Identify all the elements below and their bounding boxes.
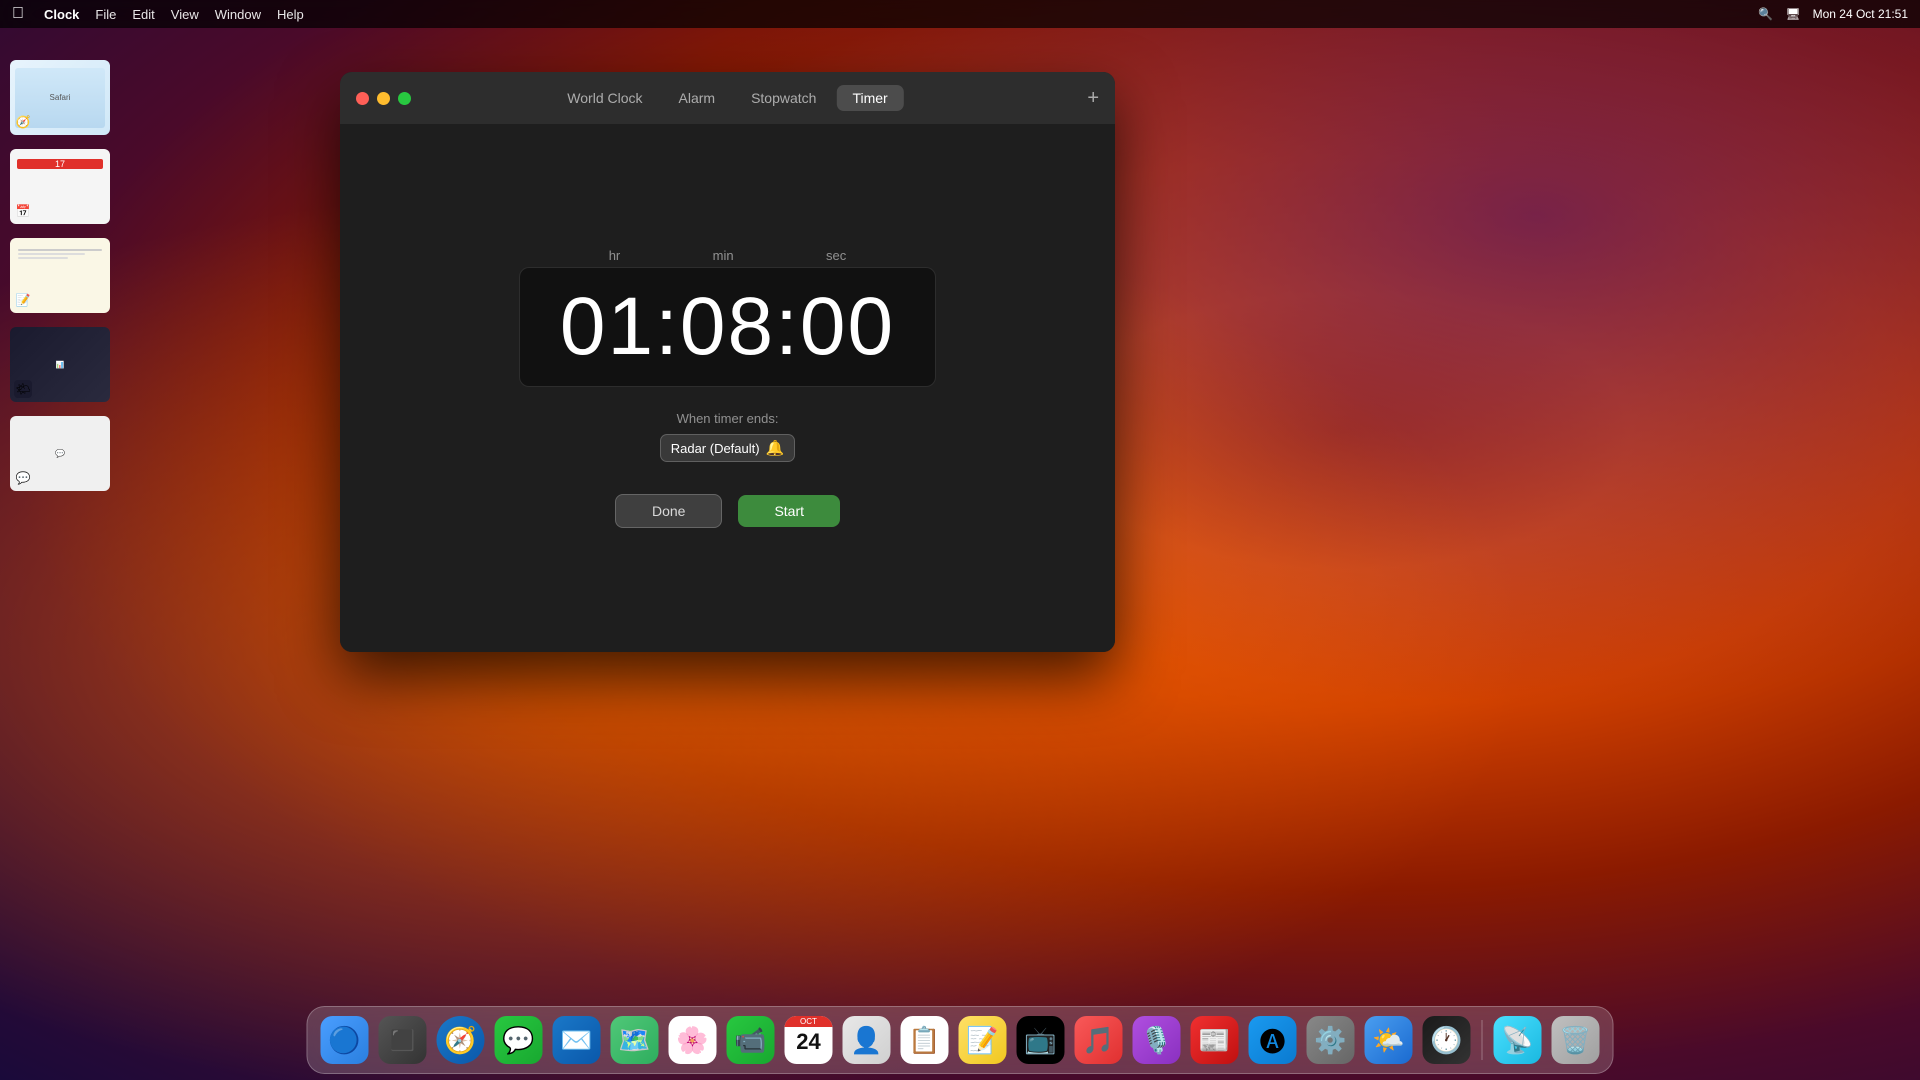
sidebar-thumb-messages[interactable]: 💬 💬 xyxy=(10,416,110,491)
tab-timer[interactable]: Timer xyxy=(836,85,903,111)
dock-appstore[interactable]: 🅐 xyxy=(1246,1013,1300,1067)
menubar-app-name[interactable]: Clock xyxy=(44,7,79,22)
menubar-edit[interactable]: Edit xyxy=(132,7,154,22)
dock-safari[interactable]: 🧭 xyxy=(434,1013,488,1067)
menubar-right: 🔍 🖥 Mon 24 Oct 21:51 xyxy=(1758,7,1908,21)
dock-music[interactable]: 🎵 xyxy=(1072,1013,1126,1067)
window-tabs: World Clock Alarm Stopwatch Timer xyxy=(551,85,903,111)
dock-photos[interactable]: 🌸 xyxy=(666,1013,720,1067)
timer-ends-label: When timer ends: xyxy=(677,411,779,426)
menubar-window[interactable]: Window xyxy=(215,7,261,22)
dock-messages[interactable]: 💬 xyxy=(492,1013,546,1067)
sidebar-thumb-dark[interactable]: 📊 🌤 xyxy=(10,327,110,402)
dock-calendar[interactable]: OCT 24 xyxy=(782,1013,836,1067)
label-hr: hr xyxy=(609,248,621,263)
alarm-name: Radar (Default) xyxy=(671,441,760,456)
timer-time-value: 01:08:00 xyxy=(560,286,895,368)
tab-world-clock[interactable]: World Clock xyxy=(551,85,658,111)
sidebar-thumb-safari[interactable]: Safari 🧭 xyxy=(10,60,110,135)
done-button[interactable]: Done xyxy=(615,494,722,528)
dock-facetime[interactable]: 📹 xyxy=(724,1013,778,1067)
window-controls xyxy=(356,92,411,105)
dock-news[interactable]: 📰 xyxy=(1188,1013,1242,1067)
mission-control-sidebar: Safari 🧭 17 📅 📝 📊 🌤 xyxy=(0,50,120,501)
alarm-emoji: 🔔 xyxy=(766,439,785,457)
dock: 🔵 ⬛ 🧭 💬 ✉️ 🗺️ 🌸 📹 OCT 24 👤 📋 📝 xyxy=(307,1006,1614,1074)
dock-trash[interactable]: 🗑️ xyxy=(1549,1013,1603,1067)
tab-alarm[interactable]: Alarm xyxy=(663,85,732,111)
dock-tv[interactable]: 📺 xyxy=(1014,1013,1068,1067)
control-center-icon[interactable]: 🖥 xyxy=(1785,7,1800,21)
window-maximize-button[interactable] xyxy=(398,92,411,105)
clock-window: World Clock Alarm Stopwatch Timer + hr m… xyxy=(340,72,1115,652)
add-button[interactable]: + xyxy=(1087,88,1099,108)
timer-buttons: Done Start xyxy=(615,494,840,528)
window-minimize-button[interactable] xyxy=(377,92,390,105)
timer-ends-section: When timer ends: Radar (Default) 🔔 xyxy=(660,411,796,462)
dock-mail[interactable]: ✉️ xyxy=(550,1013,604,1067)
window-content: hr min sec 01:08:00 When timer ends: Rad… xyxy=(340,124,1115,652)
search-icon[interactable]: 🔍 xyxy=(1758,7,1773,21)
safari-dock-icon: 🧭 xyxy=(14,113,32,131)
label-min: min xyxy=(713,248,734,263)
dock-separator xyxy=(1482,1020,1483,1060)
sidebar-thumb-calendar[interactable]: 17 📅 xyxy=(10,149,110,224)
dock-maps[interactable]: 🗺️ xyxy=(608,1013,662,1067)
dock-notes[interactable]: 📝 xyxy=(956,1013,1010,1067)
dock-weather[interactable]: 🌤️ xyxy=(1362,1013,1416,1067)
apple-menu[interactable]:  xyxy=(12,5,24,23)
dock-podcasts[interactable]: 🎙️ xyxy=(1130,1013,1184,1067)
sidebar-thumb-notes[interactable]: 📝 xyxy=(10,238,110,313)
calendar-dock-icon: 📅 xyxy=(14,202,32,220)
dock-contacts[interactable]: 👤 xyxy=(840,1013,894,1067)
menubar-view[interactable]: View xyxy=(171,7,199,22)
dock-clock[interactable]: 🕐 xyxy=(1420,1013,1474,1067)
menubar-left:  Clock File Edit View Window Help xyxy=(12,5,304,23)
messages-dock-icon: 💬 xyxy=(14,469,32,487)
label-sec: sec xyxy=(826,248,846,263)
window-titlebar: World Clock Alarm Stopwatch Timer + xyxy=(340,72,1115,124)
timer-alarm-selector[interactable]: Radar (Default) 🔔 xyxy=(660,434,796,462)
timer-display[interactable]: 01:08:00 xyxy=(519,267,936,387)
window-close-button[interactable] xyxy=(356,92,369,105)
datetime-display: Mon 24 Oct 21:51 xyxy=(1813,7,1908,21)
dock-launchpad[interactable]: ⬛ xyxy=(376,1013,430,1067)
dock-system-preferences[interactable]: ⚙️ xyxy=(1304,1013,1358,1067)
menubar:  Clock File Edit View Window Help 🔍 🖥 M… xyxy=(0,0,1920,28)
timer-labels: hr min sec xyxy=(563,248,893,263)
dark-app-dock-icon: 🌤 xyxy=(14,380,32,398)
menubar-file[interactable]: File xyxy=(95,7,116,22)
start-button[interactable]: Start xyxy=(738,495,840,527)
notes-dock-icon: 📝 xyxy=(14,291,32,309)
dock-reminders[interactable]: 📋 xyxy=(898,1013,952,1067)
dock-airdrop[interactable]: 📡 xyxy=(1491,1013,1545,1067)
menubar-help[interactable]: Help xyxy=(277,7,304,22)
tab-stopwatch[interactable]: Stopwatch xyxy=(735,85,832,111)
dock-finder[interactable]: 🔵 xyxy=(318,1013,372,1067)
